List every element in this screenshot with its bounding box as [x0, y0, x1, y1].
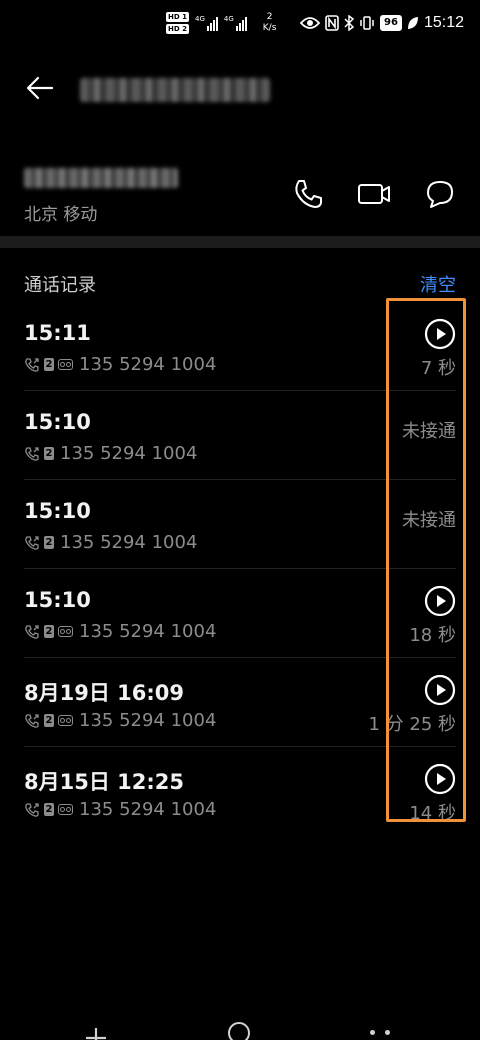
phone-icon[interactable] — [290, 176, 326, 212]
call-time: 15:11 — [24, 321, 91, 345]
call-log-title: 通话记录 — [24, 275, 96, 296]
call-log-row[interactable]: 8月19日 16:09 2 135 5294 1004 1 分 25 秒 — [0, 658, 480, 747]
call-duration: 18 秒 — [409, 625, 456, 646]
signal-2-icon: 4G — [224, 15, 247, 31]
bluetooth-icon — [344, 15, 355, 31]
outgoing-call-icon — [25, 713, 39, 728]
section-divider — [0, 236, 480, 248]
hd1-badge: HD 1 — [166, 12, 189, 22]
play-icon[interactable] — [424, 763, 456, 795]
message-bubble-icon[interactable] — [422, 176, 458, 212]
video-camera-icon[interactable] — [356, 176, 392, 212]
outgoing-call-icon — [25, 357, 39, 372]
call-number: 135 5294 1004 — [79, 621, 217, 642]
battery-icon: 96 — [380, 15, 402, 31]
call-meta: 2 135 5294 1004 — [24, 443, 197, 464]
speed-unit: K/s — [262, 23, 277, 33]
sim2-icon: 2 — [44, 447, 54, 460]
call-duration: 14 秒 — [409, 803, 456, 824]
outgoing-call-icon — [25, 446, 39, 461]
call-time: 15:10 — [24, 588, 91, 612]
hd2-badge: HD 2 — [166, 24, 189, 34]
recording-icon — [58, 715, 73, 726]
play-icon[interactable] — [424, 318, 456, 350]
hd-indicators: HD 1 HD 2 — [166, 12, 189, 34]
signal-2-label: 4G — [223, 15, 234, 23]
search-icon[interactable] — [228, 1022, 250, 1040]
call-number: 135 5294 1004 — [60, 532, 198, 553]
signal-1-label: 4G — [194, 15, 205, 23]
add-icon[interactable] — [84, 1026, 108, 1040]
nfc-icon — [325, 15, 339, 31]
call-time: 15:10 — [24, 499, 91, 523]
call-log-row[interactable]: 15:11 2 135 5294 1004 7 秒 — [0, 302, 480, 391]
recording-icon — [58, 359, 73, 370]
speed-value: 2 — [266, 12, 273, 22]
status-bar: HD 1 HD 2 4G 4G 2 K/s 96 15:12 — [0, 0, 480, 56]
call-log-list: 15:11 2 135 5294 1004 7 秒 15:10 2 135 52… — [0, 302, 480, 836]
call-log-row[interactable]: 15:10 2 135 5294 1004 未接通 — [0, 391, 480, 480]
call-duration: 7 秒 — [420, 358, 456, 379]
status-left: HD 1 HD 2 4G 4G 2 K/s — [166, 12, 276, 34]
contact-info: 北京 移动 — [0, 160, 480, 230]
status-right: 96 15:12 — [300, 14, 464, 32]
outgoing-call-icon — [25, 624, 39, 639]
call-meta: 2 135 5294 1004 — [24, 621, 216, 642]
call-meta: 2 135 5294 1004 — [24, 799, 216, 820]
more-icon[interactable] — [370, 1030, 400, 1035]
status-time: 15:12 — [423, 14, 464, 31]
clear-button[interactable]: 清空 — [420, 271, 456, 297]
network-speed: 2 K/s — [263, 12, 277, 34]
call-meta: 2 135 5294 1004 — [24, 710, 216, 731]
contact-name-redacted — [80, 78, 270, 102]
call-log-row[interactable]: 15:10 2 135 5294 1004 未接通 — [0, 480, 480, 569]
call-number: 135 5294 1004 — [60, 443, 198, 464]
vibrate-icon — [360, 16, 374, 30]
call-time: 8月19日 16:09 — [24, 681, 184, 705]
call-log-row[interactable]: 8月15日 12:25 2 135 5294 1004 14 秒 — [0, 747, 480, 836]
call-duration: 1 分 25 秒 — [368, 714, 456, 735]
bottom-actions — [0, 1018, 480, 1040]
sim2-icon: 2 — [44, 625, 54, 638]
recording-icon — [58, 804, 73, 815]
eye-icon — [300, 17, 321, 29]
sim2-icon: 2 — [44, 536, 54, 549]
call-detail-screen: HD 1 HD 2 4G 4G 2 K/s 96 15:12 北京 移动 通话记… — [0, 0, 480, 1040]
outgoing-call-icon — [25, 535, 39, 550]
outgoing-call-icon — [25, 802, 39, 817]
call-time: 8月15日 12:25 — [24, 770, 184, 794]
call-status: 未接通 — [402, 510, 456, 531]
call-time: 15:10 — [24, 410, 91, 434]
sim2-icon: 2 — [44, 358, 54, 371]
play-icon[interactable] — [424, 585, 456, 617]
back-arrow-icon[interactable] — [24, 72, 56, 104]
call-meta: 2 135 5294 1004 — [24, 354, 216, 375]
call-meta: 2 135 5294 1004 — [24, 532, 197, 553]
call-log-row[interactable]: 15:10 2 135 5294 1004 18 秒 — [0, 569, 480, 658]
call-number: 135 5294 1004 — [79, 799, 217, 820]
leaf-icon — [407, 17, 418, 29]
phone-number-redacted — [24, 168, 178, 188]
call-status: 未接通 — [402, 421, 456, 442]
signal-1-icon: 4G — [195, 15, 218, 31]
header — [0, 66, 480, 114]
recording-icon — [58, 626, 73, 637]
call-number: 135 5294 1004 — [79, 710, 217, 731]
sim2-icon: 2 — [44, 714, 54, 727]
play-icon[interactable] — [424, 674, 456, 706]
number-location: 北京 移动 — [24, 205, 98, 225]
call-number: 135 5294 1004 — [79, 354, 217, 375]
sim2-icon: 2 — [44, 803, 54, 816]
